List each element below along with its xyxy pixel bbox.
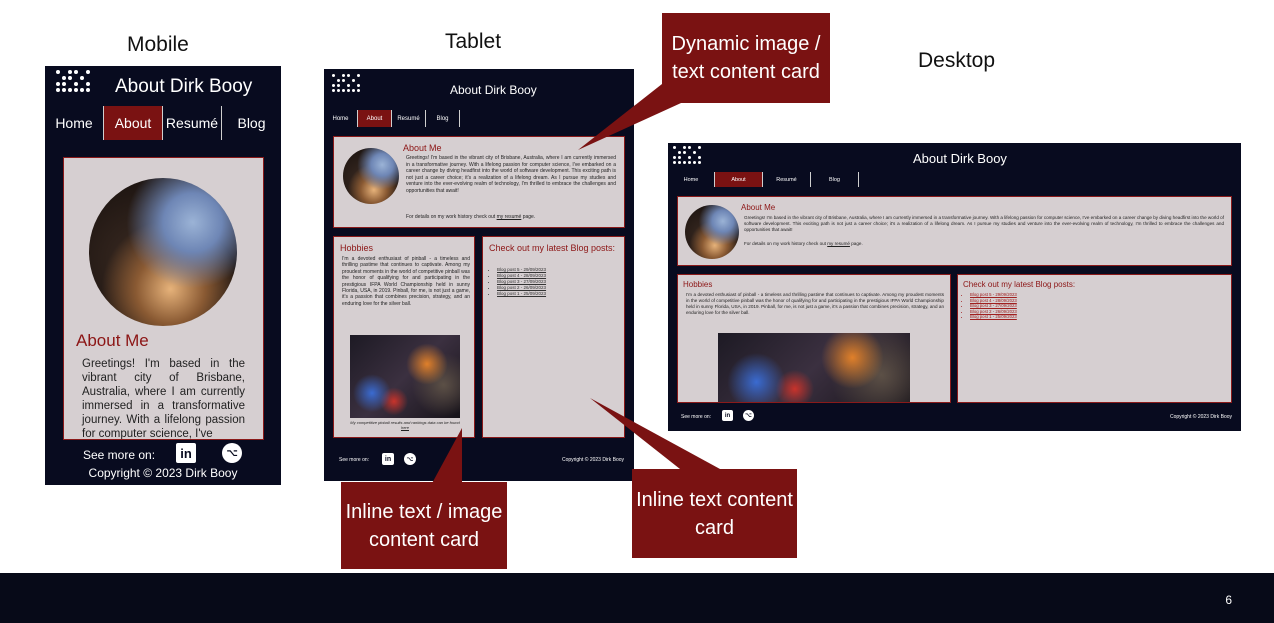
inline-image-callout-pointer	[430, 428, 462, 487]
inline-text-callout-pointer	[590, 398, 720, 469]
dynamic-card-callout: Dynamic image / text content card	[662, 13, 830, 103]
slide-footer: 6	[0, 573, 1274, 623]
inline-text-card-callout: Inline text content card	[632, 469, 797, 558]
slide-number: 6	[1225, 593, 1232, 607]
inline-image-card-callout: Inline text / image content card	[341, 482, 507, 569]
